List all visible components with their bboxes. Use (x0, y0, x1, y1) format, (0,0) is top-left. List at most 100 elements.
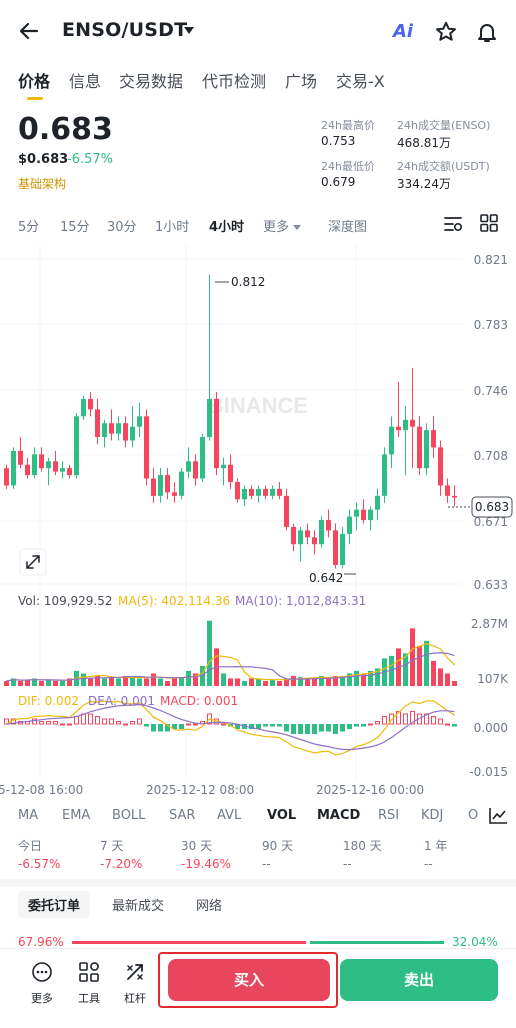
volume-bar (137, 678, 142, 686)
candle (60, 468, 65, 472)
tools-button[interactable]: 工具 (69, 961, 109, 1006)
indicator-boll[interactable]: BOLL (112, 808, 145, 823)
indicator-ma[interactable]: MA (18, 808, 38, 823)
back-arrow-icon[interactable] (18, 20, 40, 42)
volume-bar (53, 680, 58, 686)
interval-4h[interactable]: 4小时 (209, 216, 244, 235)
buy-button[interactable]: 买入 (168, 959, 330, 1001)
sell-button[interactable]: 卖出 (340, 959, 498, 1001)
candle (4, 468, 9, 486)
active-tab-indicator (27, 97, 43, 100)
candle (179, 471, 184, 496)
macd-bar (452, 724, 457, 727)
tab-price[interactable]: 价格 (18, 68, 50, 92)
candle (207, 399, 212, 438)
interval-more[interactable]: 更多 (263, 216, 302, 235)
volume-bar (277, 680, 282, 686)
indicator-sar[interactable]: SAR (169, 808, 195, 823)
candle (81, 399, 86, 417)
more-button[interactable]: 更多 (22, 961, 62, 1006)
candle (165, 475, 170, 493)
tab-trading-data[interactable]: 交易数据 (119, 68, 183, 92)
volume-bar (60, 680, 65, 686)
tab-info[interactable]: 信息 (69, 68, 101, 92)
pair-dropdown-icon[interactable] (184, 27, 194, 34)
indicator-settings-icon[interactable] (486, 805, 510, 827)
candle (298, 530, 303, 545)
volume-bar (130, 677, 135, 686)
indicator-macd[interactable]: MACD (317, 808, 360, 823)
indicator-other[interactable]: O (468, 808, 478, 823)
sell-ratio: 32.04% (452, 935, 498, 949)
more-dots-icon (32, 962, 52, 982)
y-axis-ticks: 0.821 0.783 0.746 0.708 0.671 0.633 (474, 253, 508, 592)
candle (200, 437, 205, 479)
macd-tick: -0.015 (469, 765, 508, 779)
ai-assistant-icon[interactable]: Ai (393, 21, 413, 42)
category-tag[interactable]: 基础架构 (18, 175, 66, 192)
interval-15m[interactable]: 15分 (60, 216, 90, 235)
macd-bar (193, 723, 198, 726)
volume-bar (305, 678, 310, 686)
leverage-button[interactable]: 杠杆 (115, 961, 155, 1006)
macd-bar (326, 724, 331, 732)
expand-chart-icon[interactable] (19, 548, 47, 576)
macd-tick: 0.000 (474, 721, 508, 735)
macd-bar (186, 723, 191, 726)
more-caret-icon (293, 225, 302, 230)
candle (25, 464, 30, 476)
watermark: BINANCE (208, 393, 308, 418)
y-tick: 0.821 (474, 253, 508, 267)
volume-bar (438, 668, 443, 686)
favorite-star-icon[interactable] (434, 20, 458, 44)
trading-pair-title[interactable]: ENSO/USDT (62, 19, 187, 41)
volume-bar (221, 673, 226, 686)
candle (445, 485, 450, 496)
candlestick-series (4, 274, 457, 569)
indicator-kdj[interactable]: KDJ (421, 808, 443, 823)
candle (116, 423, 121, 434)
main-tabs: 价格 信息 交易数据 代币检测 广场 交易-X (0, 64, 516, 104)
tab-network[interactable]: 网络 (196, 895, 222, 914)
candle (396, 426, 401, 431)
macd-bar (179, 724, 184, 729)
tab-square[interactable]: 广场 (285, 68, 317, 92)
indicator-ema[interactable]: EMA (62, 808, 90, 823)
volume-base-label: 24h成交量(ENSO) (397, 119, 491, 132)
high-24h-label: 24h最高价 (321, 119, 375, 132)
tools-label: 工具 (78, 992, 100, 1005)
tab-order-book[interactable]: 委托订单 (18, 891, 91, 918)
y-tick: 0.708 (474, 449, 508, 463)
macd-bar (137, 718, 142, 725)
volume-legend: Vol: 109,929.52 (18, 594, 113, 608)
indicator-avl[interactable]: AVL (217, 808, 241, 823)
candle (242, 488, 247, 500)
interval-30m[interactable]: 30分 (107, 216, 137, 235)
volume-quote-value: 334.24万 (397, 177, 451, 191)
candle (249, 488, 254, 496)
macd-bar (116, 721, 121, 725)
layout-grid-icon[interactable] (480, 214, 498, 232)
chart-settings-icon[interactable] (443, 215, 463, 233)
macd-bar (158, 724, 163, 732)
indicator-vol[interactable]: VOL (267, 808, 296, 823)
tab-latest-trades[interactable]: 最新成交 (112, 895, 164, 914)
tab-token-check[interactable]: 代币检测 (202, 68, 266, 92)
candle (326, 520, 331, 531)
indicator-rsi[interactable]: RSI (378, 808, 399, 823)
price-chart[interactable]: BINANCE 0.821 0.783 0.746 0.708 0.671 0.… (0, 244, 516, 800)
sell-ratio-bar (310, 941, 444, 944)
top-bar: ENSO/USDT Ai (0, 0, 516, 60)
interval-5m[interactable]: 5分 (18, 216, 39, 235)
macd-bar (130, 721, 135, 725)
depth-chart-tab[interactable]: 深度图 (328, 216, 367, 235)
tab-trade-x[interactable]: 交易-X (336, 68, 385, 92)
macd-bar (67, 723, 72, 726)
last-price: 0.683 (18, 112, 113, 147)
volume-bar (242, 680, 247, 686)
interval-1h[interactable]: 1小时 (155, 216, 189, 235)
notification-bell-icon[interactable] (475, 20, 499, 44)
candle (32, 454, 37, 476)
leverage-label: 杠杆 (124, 992, 146, 1005)
volume-bar (179, 677, 184, 686)
